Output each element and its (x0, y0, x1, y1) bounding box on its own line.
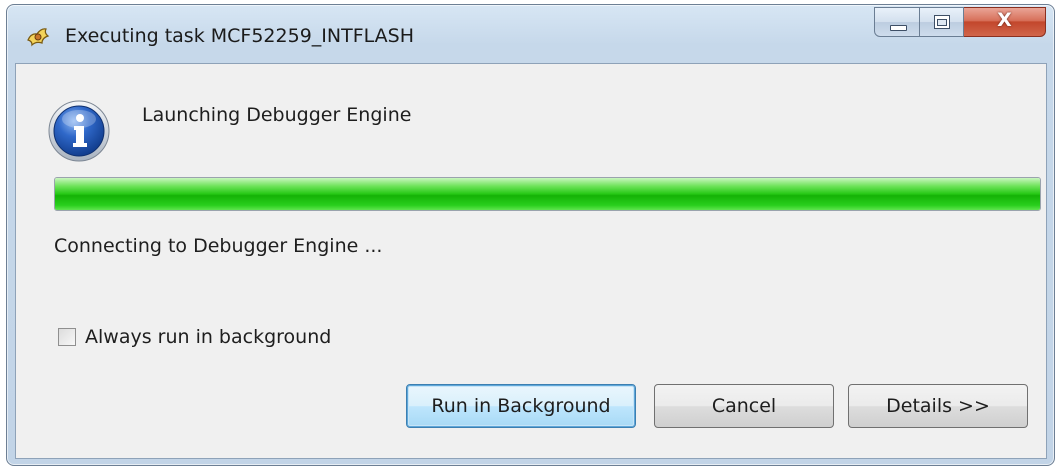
caption-buttons: X (874, 7, 1046, 37)
window-title: Executing task MCF52259_INTFLASH (65, 25, 414, 47)
task-name-label: Launching Debugger Engine (142, 104, 412, 126)
cancel-button[interactable]: Cancel (654, 384, 834, 428)
status-text: Connecting to Debugger Engine ... (54, 235, 383, 257)
always-run-background-row[interactable]: Always run in background (58, 326, 331, 348)
always-run-background-checkbox[interactable] (58, 328, 76, 346)
minimize-button[interactable] (874, 7, 920, 37)
close-button[interactable]: X (964, 7, 1046, 37)
info-icon (48, 100, 110, 162)
run-in-background-button[interactable]: Run in Background (406, 384, 636, 428)
close-icon: X (997, 9, 1012, 31)
always-run-background-label[interactable]: Always run in background (85, 326, 331, 348)
progress-bar-fill (55, 178, 1040, 210)
maximize-icon (934, 15, 950, 29)
details-button[interactable]: Details >> (848, 384, 1028, 428)
dialog-client-area: Launching Debugger Engine Connecting to … (15, 63, 1047, 459)
minimize-icon (890, 25, 907, 31)
progress-bar (54, 177, 1041, 211)
maximize-button[interactable] (920, 7, 964, 37)
progress-dialog-window: Executing task MCF52259_INTFLASH X Launc… (6, 4, 1055, 466)
eclipse-sun-icon (25, 23, 51, 49)
title-bar[interactable]: Executing task MCF52259_INTFLASH X (7, 5, 1054, 63)
